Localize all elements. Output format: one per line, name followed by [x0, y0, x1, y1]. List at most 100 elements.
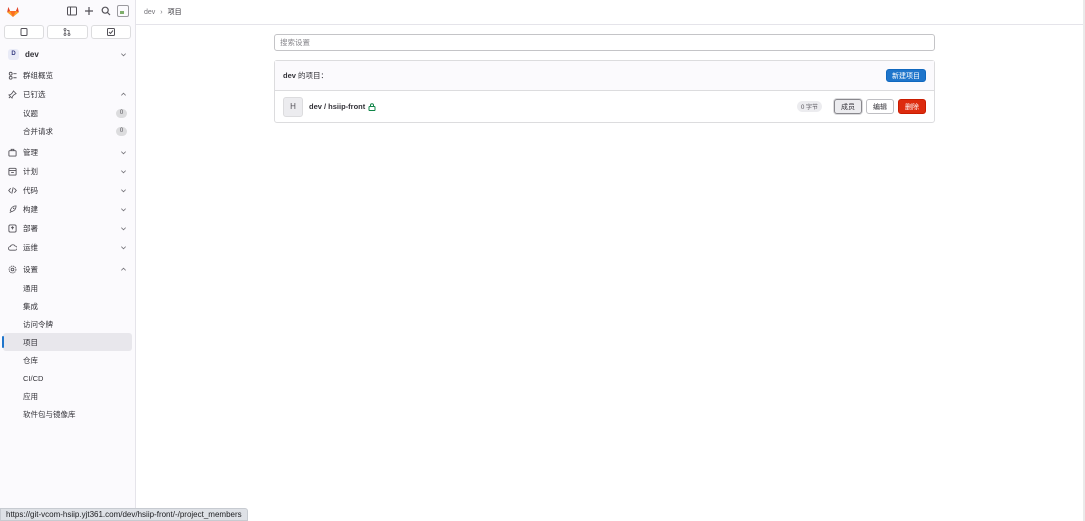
sidebar-item-label: 应用 — [23, 391, 38, 401]
sidebar-item-access-tokens[interactable]: 访问令牌 — [3, 315, 132, 333]
project-avatar: H — [283, 96, 303, 117]
project-name-link[interactable]: dev / hsiip-front — [309, 102, 365, 111]
sidebar-item-merge-requests[interactable]: 合并请求 0 — [3, 122, 132, 140]
pin-icon — [8, 90, 17, 99]
sidebar-item-code[interactable]: 代码 — [3, 181, 132, 200]
sidebar-nav: 群组概览 已钉选 议题 0 合并请求 0 管理 计划 代码 构建 部署 运维 设… — [0, 66, 135, 423]
chevron-up-icon — [120, 91, 127, 98]
user-avatar-icon[interactable] — [117, 5, 129, 17]
sidebar-item-label: 访问令牌 — [23, 319, 53, 329]
breadcrumb-separator-icon: › — [160, 8, 163, 16]
group-context-switcher[interactable]: D dev — [4, 45, 131, 63]
sidebar-item-operate[interactable]: 运维 — [3, 238, 132, 257]
merge-requests-shortcut-button[interactable] — [47, 25, 88, 39]
rocket-icon — [8, 205, 17, 214]
sidebar-item-label: 运维 — [23, 243, 38, 252]
sidebar: D dev 群组概览 已钉选 议题 0 合并请求 0 管理 计划 代码 构建 部… — [0, 0, 136, 521]
chevron-down-icon — [120, 51, 127, 58]
group-avatar: D — [8, 48, 19, 60]
sidebar-item-label: 群组概览 — [23, 71, 53, 80]
sidebar-item-ci-cd[interactable]: CI/CD — [3, 369, 132, 387]
search-icon[interactable] — [100, 6, 111, 17]
sidebar-item-label: 已钉选 — [23, 90, 46, 99]
quick-actions — [0, 22, 135, 42]
breadcrumb-parent-link[interactable]: dev — [144, 9, 155, 16]
edit-button[interactable]: 编辑 — [866, 99, 894, 114]
issues-icon — [20, 28, 28, 36]
chevron-down-icon — [120, 225, 127, 232]
count-badge: 0 — [116, 126, 127, 136]
chevron-up-icon — [120, 266, 127, 273]
top-actions — [66, 5, 129, 17]
sidebar-item-repository[interactable]: 仓库 — [3, 351, 132, 369]
search-placeholder: 搜索设置 — [280, 38, 310, 47]
issues-shortcut-button[interactable] — [4, 25, 45, 39]
projects-panel: dev 的项目： 新建项目 H dev / hsiip-front 0 字节 成… — [274, 60, 935, 123]
new-project-button[interactable]: 新建项目 — [886, 69, 926, 82]
breadcrumb: dev › 项目 — [136, 0, 1085, 25]
count-badge: 0 — [116, 108, 127, 118]
settings-content: 搜索设置 dev 的项目： 新建项目 H dev / hsiip-front 0… — [274, 34, 935, 123]
sidebar-item-label: 代码 — [23, 186, 38, 195]
manage-icon — [8, 148, 17, 157]
chevron-down-icon — [120, 149, 127, 156]
sidebar-item-deploy[interactable]: 部署 — [3, 219, 132, 238]
chevron-down-icon — [120, 244, 127, 251]
sidebar-item-label: 通用 — [23, 283, 38, 293]
sidebar-item-label: 部署 — [23, 224, 38, 233]
sidebar-item-settings[interactable]: 设置 — [3, 260, 132, 279]
search-settings-input[interactable]: 搜索设置 — [274, 34, 935, 51]
project-row: H dev / hsiip-front 0 字节 成员 编辑 删除 — [275, 91, 934, 122]
operate-icon — [8, 243, 17, 252]
sidebar-item-pinned[interactable]: 已钉选 — [3, 85, 132, 104]
gear-icon — [8, 265, 17, 274]
sidebar-item-label: 仓库 — [23, 355, 38, 365]
breadcrumb-current[interactable]: 项目 — [168, 7, 182, 17]
chevron-down-icon — [120, 168, 127, 175]
chevron-down-icon — [120, 206, 127, 213]
panel-header: dev 的项目： 新建项目 — [275, 61, 934, 91]
plan-icon — [8, 167, 17, 176]
sidebar-item-label: 计划 — [23, 167, 38, 176]
sidebar-item-label: 设置 — [23, 265, 38, 274]
deploy-icon — [8, 224, 17, 233]
panel-title-suffix: 的项目： — [298, 71, 329, 80]
members-button[interactable]: 成员 — [834, 99, 862, 114]
sidebar-topbar — [0, 0, 135, 22]
link-status-bar: https://git-vcom-hsiip.yjt361.com/dev/hs… — [0, 508, 248, 521]
sidebar-item-label: 议题 — [23, 108, 38, 118]
sidebar-item-applications[interactable]: 应用 — [3, 387, 132, 405]
sidebar-item-integrations[interactable]: 集成 — [3, 297, 132, 315]
code-icon — [8, 186, 17, 195]
sidebar-item-label: 集成 — [23, 301, 38, 311]
sidebar-item-packages-registries[interactable]: 软件包与镜像库 — [3, 405, 132, 423]
sidebar-item-manage[interactable]: 管理 — [3, 143, 132, 162]
gitlab-logo-icon[interactable] — [6, 4, 20, 18]
todo-icon — [106, 28, 115, 36]
sidebar-item-plan[interactable]: 计划 — [3, 162, 132, 181]
sidebar-item-build[interactable]: 构建 — [3, 200, 132, 219]
todos-shortcut-button[interactable] — [90, 25, 131, 39]
sidebar-item-general[interactable]: 通用 — [3, 279, 132, 297]
sidebar-item-issues[interactable]: 议题 0 — [3, 104, 132, 122]
sidebar-item-label: CI/CD — [23, 373, 44, 383]
sidebar-item-label: 项目 — [23, 337, 38, 347]
sidebar-item-label: 管理 — [23, 148, 38, 157]
merge-request-icon — [64, 28, 71, 36]
group-overview-icon — [8, 71, 17, 80]
sidebar-item-label: 构建 — [23, 205, 38, 214]
panel-title-owner: dev — [283, 71, 296, 80]
storage-size-badge: 0 字节 — [796, 101, 822, 112]
panel-title: dev 的项目： — [283, 70, 328, 81]
group-name: dev — [25, 49, 39, 59]
sidebar-item-label: 软件包与镜像库 — [23, 409, 76, 419]
sidebar-item-group-overview[interactable]: 群组概览 — [3, 66, 132, 85]
chevron-down-icon — [120, 187, 127, 194]
main-content: dev › 项目 搜索设置 dev 的项目： 新建项目 H dev / hsii… — [136, 0, 1085, 521]
sidebar-item-projects[interactable]: 项目 — [2, 333, 132, 351]
sidebar-item-label: 合并请求 — [23, 126, 53, 136]
lock-icon — [368, 102, 376, 111]
delete-button[interactable]: 删除 — [898, 99, 926, 114]
sidebar-toggle-icon[interactable] — [66, 6, 77, 17]
plus-icon[interactable] — [83, 6, 94, 17]
